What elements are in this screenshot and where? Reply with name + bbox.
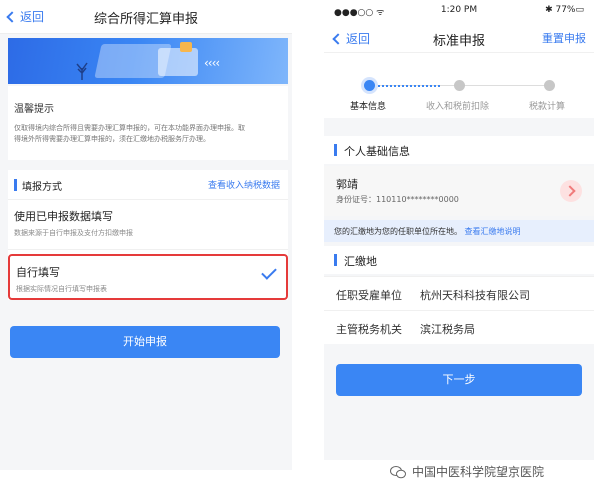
row-key: 任职受雇单位 bbox=[336, 289, 402, 302]
remit-notice: 您的汇缴地为您的任职单位所在地。 查看汇缴地说明 bbox=[324, 220, 594, 242]
taxpayer-id: 身份证号：110110********0000 bbox=[336, 194, 459, 205]
tips-body: 仅取得境内综合所得且需要办理汇算申报的，可在本功能界面办理申报。取 得境外所得需… bbox=[14, 123, 282, 145]
page-title: 综合所得汇算申报 bbox=[93, 12, 198, 27]
step-track-progress bbox=[370, 85, 440, 87]
next-step-button[interactable]: 下一步 bbox=[336, 364, 582, 396]
option-self-fill[interactable]: 自行填写 根据实际情况自行填写申报表 bbox=[8, 254, 288, 300]
tips-title: 温馨提示 bbox=[14, 104, 54, 115]
option-title: 使用已申报数据填写 bbox=[14, 210, 113, 223]
step-label-income: 收入和税前扣除 bbox=[426, 102, 490, 112]
option-desc: 根据实际情况自行填写申报表 bbox=[16, 285, 107, 293]
fill-method-title: 填报方式 bbox=[22, 182, 62, 193]
status-bar: ●●●○○ ᯤ 1:20 PM ✱ 77%▭ bbox=[324, 0, 594, 22]
step-dot-tax-calc bbox=[544, 80, 555, 91]
tips-line-2: 得境外所得需要办理汇算申报的，须在汇缴地办税服务厅办理。 bbox=[14, 135, 210, 143]
remit-header: 汇缴地 bbox=[324, 246, 594, 274]
id-label: 身份证号： bbox=[336, 195, 376, 204]
banner-document-shape bbox=[158, 48, 198, 76]
step-indicator: 基本信息 收入和税前扣除 税款计算 bbox=[324, 52, 594, 118]
banner-illustration: ‹‹‹‹ bbox=[8, 38, 288, 84]
row-value: 滨江税务局 bbox=[420, 323, 475, 336]
banner-tag-shape bbox=[180, 42, 192, 52]
plant-icon bbox=[76, 62, 88, 80]
option-use-declared-data[interactable]: 使用已申报数据填写 数据来源于自行申报及支付方扣缴申报 bbox=[8, 200, 288, 250]
tax-authority-row: 主管税务机关 滨江税务局 bbox=[324, 310, 594, 344]
left-phone-screen: 返回 综合所得汇算申报 ‹‹‹‹ 温馨提示 仅取得境内综合所得且需要办理汇算申报… bbox=[0, 0, 292, 470]
employer-row: 任职受雇单位 杭州天科科技有限公司 bbox=[324, 276, 594, 310]
taxpayer-name: 郭靖 bbox=[336, 178, 358, 191]
step-dot-basic-info bbox=[364, 80, 375, 91]
left-nav-bar: 返回 综合所得汇算申报 bbox=[0, 0, 292, 34]
tips-panel: 温馨提示 仅取得境内综合所得且需要办理汇算申报的，可在本功能界面办理申报。取 得… bbox=[8, 86, 288, 160]
option-desc: 数据来源于自行申报及支付方扣缴申报 bbox=[14, 229, 133, 237]
banner-arrows: ‹‹‹‹ bbox=[204, 56, 220, 70]
step-label-basic-info: 基本信息 bbox=[350, 102, 387, 112]
taxpayer-row[interactable]: 郭靖 身份证号：110110********0000 bbox=[324, 166, 594, 216]
row-value: 杭州天科科技有限公司 bbox=[420, 289, 530, 302]
view-income-tax-data-link[interactable]: 查看收入纳税数据 bbox=[208, 178, 280, 191]
personal-info-header: 个人基础信息 bbox=[324, 136, 594, 164]
reset-declaration-button[interactable]: 重置申报 bbox=[542, 30, 586, 46]
fill-method-header: 填报方式 查看收入纳税数据 bbox=[8, 170, 288, 200]
fill-method-card: 填报方式 查看收入纳税数据 使用已申报数据填写 数据来源于自行申报及支付方扣缴申… bbox=[8, 170, 288, 300]
remit-title: 汇缴地 bbox=[344, 255, 377, 268]
tips-line-1: 仅取得境内综合所得且需要办理汇算申报的，可在本功能界面办理申报。取 bbox=[14, 124, 245, 132]
battery-status: ✱ 77%▭ bbox=[545, 5, 584, 15]
start-declaration-button[interactable]: 开始申报 bbox=[10, 326, 280, 358]
section-marker bbox=[334, 254, 337, 266]
id-value: 110110********0000 bbox=[376, 195, 459, 204]
watermark: 中国中医科学院望京医院 bbox=[390, 463, 544, 480]
wechat-icon bbox=[390, 465, 406, 478]
right-nav-bar: 返回 标准申报 重置申报 bbox=[324, 22, 594, 52]
notice-text: 您的汇缴地为您的任职单位所在地。 bbox=[334, 227, 462, 236]
section-marker bbox=[14, 179, 17, 191]
personal-info-title: 个人基础信息 bbox=[344, 145, 410, 158]
step-label-tax-calc: 税款计算 bbox=[529, 102, 566, 112]
right-phone-screen: ●●●○○ ᯤ 1:20 PM ✱ 77%▭ 返回 标准申报 重置申报 基本信息… bbox=[324, 0, 594, 460]
row-key: 主管税务机关 bbox=[336, 323, 402, 336]
option-title: 自行填写 bbox=[16, 266, 60, 279]
step-dot-income bbox=[454, 80, 465, 91]
chevron-right-icon[interactable] bbox=[560, 180, 582, 202]
screenshot-root: 返回 综合所得汇算申报 ‹‹‹‹ 温馨提示 仅取得境内综合所得且需要办理汇算申报… bbox=[0, 0, 600, 499]
view-remit-explanation-link[interactable]: 查看汇缴地说明 bbox=[465, 227, 521, 236]
section-marker bbox=[334, 144, 337, 156]
watermark-text: 中国中医科学院望京医院 bbox=[412, 465, 545, 479]
